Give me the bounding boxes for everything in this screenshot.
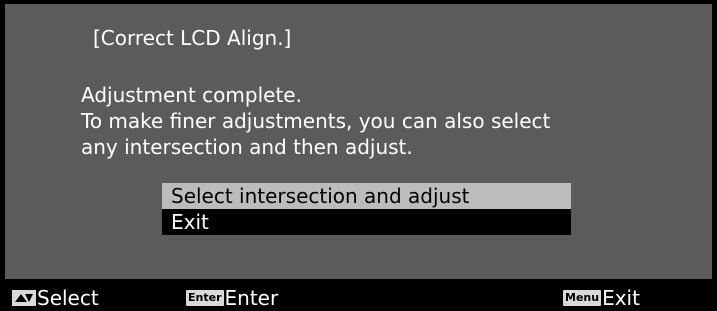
footer-bar: Select Enter Enter Menu Exit — [0, 284, 717, 311]
option-exit[interactable]: Exit — [162, 209, 571, 235]
message-line: Adjustment complete. — [81, 83, 302, 107]
dialog-title: [Correct LCD Align.] — [93, 26, 292, 50]
menu-key-badge: Menu — [563, 289, 602, 306]
hint-enter: Enter Enter — [186, 284, 278, 311]
screen-frame: [Correct LCD Align.] Adjustment complete… — [0, 0, 717, 311]
hint-enter-label: Enter — [224, 285, 279, 310]
hint-exit-label: Exit — [602, 285, 640, 310]
enter-key-badge: Enter — [186, 289, 224, 306]
hint-select-label: Select — [37, 285, 99, 310]
dialog-panel: [Correct LCD Align.] Adjustment complete… — [5, 4, 712, 279]
option-select-intersection[interactable]: Select intersection and adjust — [162, 183, 571, 209]
message-line: any intersection and then adjust. — [81, 135, 413, 159]
options-list: Select intersection and adjust Exit — [162, 183, 571, 235]
hint-select: Select — [12, 284, 99, 311]
message-line: To make finer adjustments, you can also … — [81, 109, 551, 133]
hint-exit: Menu Exit — [563, 284, 640, 311]
up-down-arrows-icon — [12, 289, 36, 306]
dialog-message: Adjustment complete. To make finer adjus… — [81, 82, 550, 160]
